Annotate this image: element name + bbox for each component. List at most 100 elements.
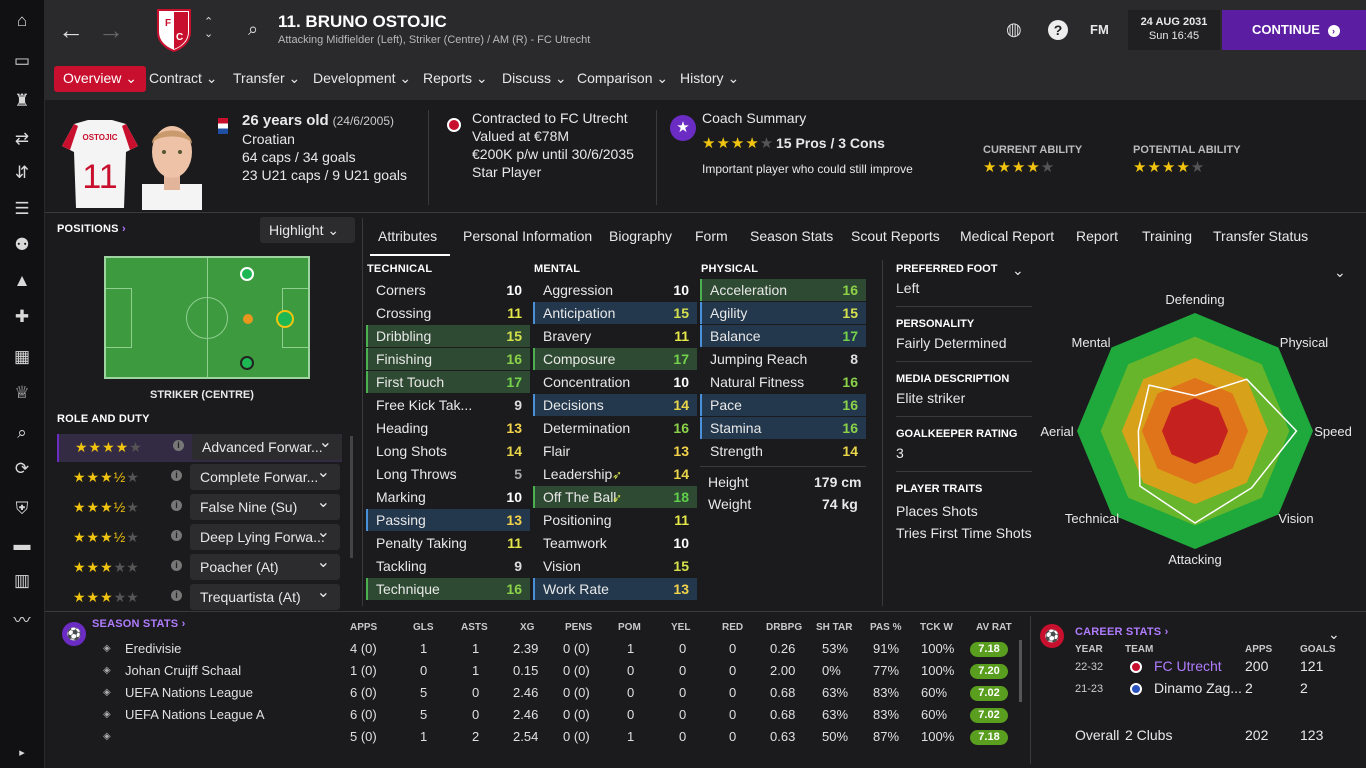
dev-centre-icon[interactable]: ▥ [10, 570, 34, 592]
tab-reports[interactable]: Reports ⌄ [414, 66, 497, 92]
subtab-medical-report[interactable]: Medical Report [960, 228, 1054, 244]
season-stats-row[interactable]: ◈ UEFA Nations League 6 (0) 5 0 2.46 0 (0) 0 0 0 0… [95, 682, 1020, 704]
season-stats-row[interactable]: ◈ UEFA Nations League A 6 (0) 5 0 2.46 0 (0) 0 0… [95, 704, 1020, 726]
club-crest-icon[interactable]: F C [154, 8, 194, 52]
tactics-icon[interactable]: ⇄ [10, 128, 34, 150]
competition-name[interactable]: UEFA Nations League A [125, 704, 264, 726]
highlight-dropdown[interactable]: Highlight ⌄ [260, 217, 355, 243]
roles-scrollbar[interactable] [350, 436, 353, 558]
player-switch-icon[interactable]: ⌃ ⌄ [204, 16, 213, 40]
position-dot-st[interactable] [276, 310, 294, 328]
role-dropdown[interactable]: Deep Lying Forwa... [190, 520, 340, 550]
foot-dropdown-icon[interactable]: ⌄ [1012, 262, 1024, 279]
attribute-value: 10 [506, 489, 522, 505]
schedule-icon[interactable]: ▦ [10, 346, 34, 368]
career-row-2-team[interactable]: Dinamo Zag... [1154, 680, 1242, 696]
attribute-row: Jumping Reach 8 [700, 348, 866, 370]
season-stats-scrollbar[interactable] [1019, 640, 1022, 702]
subtab-personal-information[interactable]: Personal Information [463, 228, 592, 244]
training-icon[interactable]: ▲ [10, 270, 34, 292]
role-dropdown[interactable]: False Nine (Su) [190, 490, 340, 520]
world-icon[interactable]: ◍ [1006, 19, 1022, 40]
finances-icon[interactable]: ▬ [10, 534, 34, 556]
dinamo-zagreb-crest-icon [1130, 683, 1142, 695]
season-stats-title[interactable]: SEASON STATS › [92, 618, 185, 630]
competition-name[interactable]: Johan Cruijff Schaal [125, 660, 241, 682]
subtab-biography[interactable]: Biography [609, 228, 672, 244]
squad-icon[interactable]: ♜ [10, 90, 34, 112]
fc-utrecht-crest-icon [1130, 661, 1142, 673]
back-icon[interactable]: ← [58, 17, 84, 43]
info-icon[interactable]: i [171, 560, 182, 571]
role-row[interactable]: ★★★★★ i Trequartista (At) [57, 580, 342, 612]
club-icon[interactable]: ⛨ [10, 498, 34, 520]
role-row[interactable]: ★★★½★ i False Nine (Su) [57, 490, 342, 522]
fm-menu-button[interactable]: FM [1090, 22, 1109, 37]
position-dot-amr[interactable] [240, 356, 254, 370]
subtab-form[interactable]: Form [695, 228, 728, 244]
role-dropdown[interactable]: Complete Forwar... [190, 460, 340, 490]
info-icon[interactable]: i [171, 530, 182, 541]
role-dropdown[interactable]: Poacher (At) [190, 550, 340, 580]
subtab-training[interactable]: Training [1142, 228, 1192, 244]
tab-transfer[interactable]: Transfer ⌄ [224, 66, 309, 92]
tab-contract[interactable]: Contract ⌄ [140, 66, 227, 92]
subtab-attributes[interactable]: Attributes [378, 228, 437, 244]
career-dropdown-icon[interactable]: ⌄ [1328, 626, 1340, 643]
attribute-name: Bravery [543, 328, 592, 344]
info-icon[interactable]: i [171, 470, 182, 481]
continue-button[interactable]: CONTINUE › [1222, 10, 1366, 50]
position-dot-aml[interactable] [240, 267, 254, 281]
role-row[interactable]: ★★★★★ i Advanced Forwar... [57, 430, 342, 462]
info-icon[interactable]: i [173, 440, 184, 451]
competition-name[interactable]: UEFA Nations League [125, 682, 253, 704]
radar-dropdown-icon[interactable]: ⌄ [1334, 264, 1346, 281]
search-icon[interactable]: ⌕ [248, 19, 258, 40]
help-icon[interactable]: ? [1048, 20, 1068, 40]
position-dot-amc[interactable] [243, 314, 253, 324]
role-stars-empty: ★ [126, 469, 139, 485]
tab-overview[interactable]: Overview ⌄ [54, 66, 146, 92]
season-stat-value: 83% [873, 707, 900, 722]
info-icon[interactable]: i [171, 590, 182, 601]
competitions-icon[interactable]: ♕ [10, 382, 34, 404]
role-stars-filled: ★★★½ [73, 529, 127, 545]
home-icon[interactable]: ⌂ [10, 10, 34, 32]
info-icon[interactable]: i [171, 500, 182, 511]
subtab-season-stats[interactable]: Season Stats [750, 228, 833, 244]
data-hub-icon[interactable]: 〰 [10, 610, 34, 632]
role-row[interactable]: ★★★½★ i Deep Lying Forwa... [57, 520, 342, 552]
staff-icon[interactable]: ⚉ [10, 234, 34, 256]
subtab-transfer-status[interactable]: Transfer Status [1213, 228, 1308, 244]
season-stats-header: ASTS [461, 622, 488, 633]
career-row-1-apps: 200 [1245, 658, 1269, 674]
reports-icon[interactable]: ☰ [10, 198, 34, 220]
tab-comparison[interactable]: Comparison ⌄ [568, 66, 677, 92]
tab-development[interactable]: Development ⌄ [304, 66, 420, 92]
subtab-report[interactable]: Report [1076, 228, 1118, 244]
transfers-icon[interactable]: ⟳ [10, 458, 34, 480]
expand-icon[interactable]: ▸ [10, 742, 34, 764]
role-stars: ★★★½★ [73, 469, 139, 486]
tab-discuss[interactable]: Discuss ⌄ [493, 66, 576, 92]
role-dropdown[interactable]: Trequartista (At) [190, 580, 340, 610]
subtab-scout-reports[interactable]: Scout Reports [851, 228, 940, 244]
forward-icon[interactable]: → [98, 17, 124, 43]
season-stats-row[interactable]: ◈ 5 (0) 1 2 2.54 0 (0) 1 0 0 0.63 50% 87% 100% 7.18 [95, 726, 1020, 748]
positions-title[interactable]: POSITIONS › [57, 223, 126, 235]
dynamics-icon[interactable]: ⇵ [10, 162, 34, 184]
competition-name[interactable]: Eredivisie [125, 638, 181, 660]
season-stats-row[interactable]: ◈ Johan Cruijff Schaal 1 (0) 0 1 0.15 0 (0) 0 0 0… [95, 660, 1020, 682]
role-row[interactable]: ★★★★★ i Poacher (At) [57, 550, 342, 582]
career-stats-title[interactable]: CAREER STATS › [1075, 626, 1168, 638]
scouting-icon[interactable]: ⌕ [10, 422, 34, 444]
role-dropdown[interactable]: Advanced Forwar... [192, 430, 342, 460]
coach-summary-title[interactable]: Coach Summary [702, 110, 806, 126]
season-stats-row[interactable]: ◈ Eredivisie 4 (0) 1 1 2.39 0 (0) 1 0 0 0.26 53% 91%… [95, 638, 1020, 660]
career-row-1-team[interactable]: FC Utrecht [1154, 658, 1222, 674]
tab-history[interactable]: History ⌄ [671, 66, 748, 92]
medical-icon[interactable]: ✚ [10, 306, 34, 328]
role-row[interactable]: ★★★½★ i Complete Forwar... [57, 460, 342, 492]
inbox-icon[interactable]: ▭ [10, 50, 34, 72]
attribute-value: 16 [842, 397, 858, 413]
